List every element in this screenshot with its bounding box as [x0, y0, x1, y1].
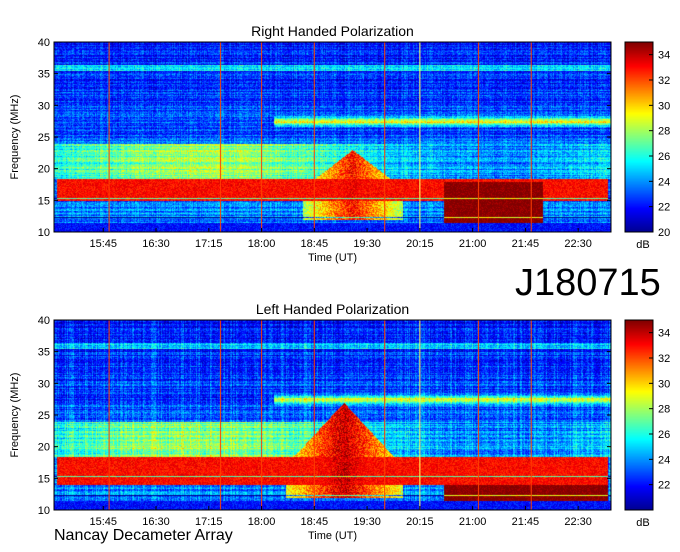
colorbar-tick-label: 24 — [658, 454, 670, 466]
colorbar-tick-label: 22 — [658, 480, 670, 492]
colorbar-tick-label: 28 — [658, 126, 670, 138]
chart-title: Left Handed Polarization — [256, 301, 409, 317]
x-tick-label: 22:30 — [564, 238, 592, 250]
x-tick-label: 18:00 — [248, 238, 276, 250]
colorbar-tick-label: 34 — [658, 328, 670, 340]
y-axis-label: Frequency (MHz) — [9, 373, 21, 458]
colorbar-label: dB — [636, 239, 649, 251]
instrument-credit: Nancay Decameter Array — [54, 527, 233, 544]
x-tick-label: 19:30 — [353, 238, 381, 250]
chart-title: Right Handed Polarization — [251, 23, 414, 39]
y-tick-label: 25 — [38, 132, 50, 144]
x-tick-label: 21:00 — [459, 516, 487, 528]
colorbar-tick-label: 30 — [658, 378, 670, 390]
x-tick-label: 16:30 — [142, 238, 170, 250]
observation-id: J180715 — [515, 262, 661, 304]
y-tick-label: 10 — [38, 227, 50, 239]
heatmap-image — [54, 42, 611, 232]
colorbar — [625, 320, 653, 510]
x-tick-label: 19:30 — [353, 516, 381, 528]
colorbar-tick-label: 24 — [658, 176, 670, 188]
x-tick-label: 21:45 — [512, 516, 540, 528]
x-tick-label: 18:00 — [248, 516, 276, 528]
y-tick-label: 35 — [38, 347, 50, 359]
panel-left-polarization: Left Handed Polarization 10 15 20 25 30 35 40 Fr… — [9, 301, 670, 542]
colorbar-tick-label: 30 — [658, 100, 670, 112]
colorbar-tick-label: 34 — [658, 50, 670, 62]
x-tick-label: 20:15 — [406, 238, 434, 250]
colorbar — [625, 42, 653, 232]
y-tick-label: 30 — [38, 100, 50, 112]
colorbar-tick-label: 32 — [658, 75, 670, 87]
x-tick-label: 21:00 — [459, 238, 487, 250]
x-tick-label: 17:15 — [195, 238, 223, 250]
colorbar-tick-label: 22 — [658, 202, 670, 214]
colorbar-tick-label: 26 — [658, 151, 670, 163]
y-tick-label: 20 — [38, 442, 50, 454]
x-tick-label: 20:15 — [406, 516, 434, 528]
y-tick-label: 20 — [38, 164, 50, 176]
x-tick-label: 22:30 — [564, 516, 592, 528]
colorbar-tick-label: 26 — [658, 429, 670, 441]
colorbar-label: dB — [636, 517, 649, 529]
y-tick-label: 35 — [38, 69, 50, 81]
heatmap-image — [54, 320, 611, 510]
y-tick-label: 25 — [38, 410, 50, 422]
x-axis-label: Time (UT) — [308, 530, 357, 542]
x-tick-label: 21:45 — [512, 238, 540, 250]
y-tick-label: 10 — [38, 505, 50, 517]
y-tick-label: 40 — [38, 315, 50, 327]
y-tick-label: 15 — [38, 195, 50, 207]
colorbar-tick-label: 20 — [658, 227, 670, 239]
colorbar-tick-label: 28 — [658, 404, 670, 416]
colorbar-tick-label: 32 — [658, 353, 670, 365]
x-axis-label: Time (UT) — [308, 252, 357, 264]
y-tick-label: 40 — [38, 37, 50, 49]
x-tick-label: 15:45 — [89, 238, 117, 250]
y-tick-label: 15 — [38, 473, 50, 485]
y-axis-label: Frequency (MHz) — [9, 95, 21, 180]
y-tick-label: 30 — [38, 378, 50, 390]
panel-right-polarization: Right Handed Polarization 10 15 20 25 30 35 40 F… — [9, 23, 670, 264]
x-tick-label: 18:45 — [301, 516, 329, 528]
x-tick-label: 18:45 — [301, 238, 329, 250]
